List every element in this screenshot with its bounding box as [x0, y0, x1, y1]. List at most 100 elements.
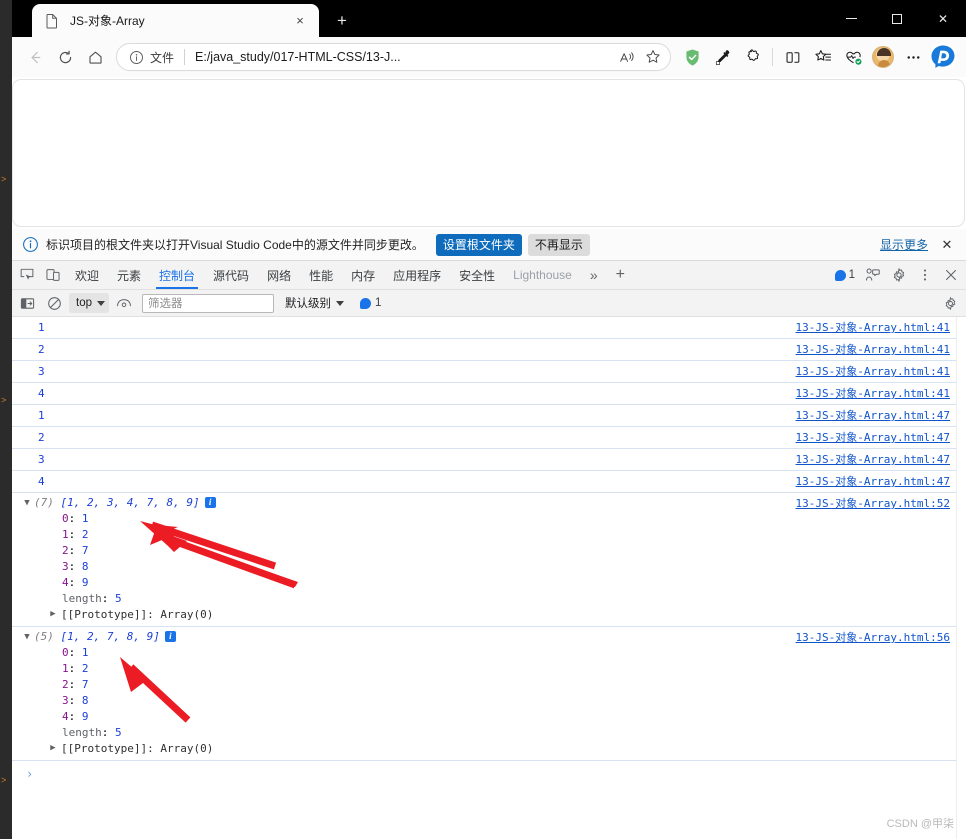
- live-expression-icon[interactable]: [111, 293, 136, 314]
- tab-sources[interactable]: 源代码: [204, 261, 258, 289]
- array-prototype[interactable]: ▶ [[Prototype]]: Array(0): [12, 607, 966, 623]
- more-tabs-icon[interactable]: »: [581, 261, 607, 289]
- browser-window: > > > JS-对象-Array × + ✕ 文件 E:/java_study…: [0, 0, 966, 839]
- console-message-array[interactable]: ▼ (7) [1, 2, 3, 4, 7, 8, 9] i 13-JS-对象-Arr…: [12, 493, 966, 627]
- console-prompt[interactable]: ›: [12, 761, 966, 781]
- array-count: (5): [34, 630, 54, 643]
- source-link[interactable]: 13-JS-对象-Array.html:41: [796, 364, 958, 379]
- back-icon[interactable]: [20, 42, 50, 72]
- array-property: 1: 2: [62, 528, 89, 541]
- console-message[interactable]: 2 13-JS-对象-Array.html:47: [12, 427, 966, 449]
- tab-welcome[interactable]: 欢迎: [66, 261, 108, 289]
- info-circle-icon[interactable]: [127, 48, 145, 66]
- disclosure-triangle-open-icon[interactable]: ▼: [22, 496, 32, 511]
- console-message-array[interactable]: ▼ (5) [1, 2, 7, 8, 9] i 13-JS-对象-Array.htm…: [12, 627, 966, 761]
- close-icon[interactable]: ✕: [936, 234, 958, 256]
- minimize-icon[interactable]: [828, 0, 874, 37]
- source-link[interactable]: 13-JS-对象-Array.html:41: [796, 386, 958, 401]
- tab-network[interactable]: 网络: [258, 261, 300, 289]
- tabbar-spacer: [634, 261, 830, 289]
- tab-label: 性能: [309, 268, 334, 283]
- source-link[interactable]: 13-JS-对象-Array.html:52: [796, 496, 958, 511]
- console-message[interactable]: 3 13-JS-对象-Array.html:47: [12, 449, 966, 471]
- reload-icon[interactable]: [50, 42, 80, 72]
- settings-gear-icon[interactable]: [886, 267, 912, 283]
- filter-input[interactable]: 筛选器: [142, 293, 274, 313]
- address-bar[interactable]: 文件 E:/java_study/017-HTML-CSS/13-J...: [116, 43, 671, 71]
- kebab-menu-icon[interactable]: [912, 267, 938, 283]
- maximize-icon[interactable]: [874, 0, 920, 37]
- log-level-selector[interactable]: 默认级别: [285, 295, 344, 311]
- info-badge-icon[interactable]: i: [204, 497, 216, 508]
- source-link[interactable]: 13-JS-对象-Array.html:56: [796, 630, 958, 645]
- avatar[interactable]: [868, 42, 898, 72]
- add-tab-button[interactable]: +: [607, 261, 634, 289]
- array-property: 1: 2: [62, 662, 89, 675]
- array-property: 4: 9: [62, 710, 89, 723]
- issues-badge[interactable]: 1: [830, 269, 860, 281]
- extensions-icon[interactable]: [737, 42, 767, 72]
- prompt-caret-icon: ›: [26, 767, 34, 781]
- inspect-element-icon[interactable]: [14, 261, 40, 289]
- more-icon[interactable]: [898, 42, 928, 72]
- tab-elements[interactable]: 元素: [108, 261, 150, 289]
- read-aloud-icon[interactable]: [614, 45, 640, 69]
- console-message[interactable]: 3 13-JS-对象-Array.html:41: [12, 361, 966, 383]
- set-root-folder-button[interactable]: 设置根文件夹: [435, 233, 522, 256]
- source-link[interactable]: 13-JS-对象-Array.html:41: [796, 342, 958, 357]
- tab-memory[interactable]: 内存: [342, 261, 384, 289]
- browser-essentials-icon[interactable]: [838, 42, 868, 72]
- close-window-icon[interactable]: ✕: [920, 0, 966, 37]
- source-link[interactable]: 13-JS-对象-Array.html:47: [796, 474, 958, 489]
- close-devtools-icon[interactable]: [938, 267, 964, 283]
- console-message[interactable]: 4 13-JS-对象-Array.html:47: [12, 471, 966, 493]
- console-message-badge[interactable]: 1: [360, 297, 381, 309]
- device-toolbar-icon[interactable]: [40, 261, 66, 289]
- favorite-star-icon[interactable]: [640, 45, 666, 69]
- disclosure-triangle-closed-icon[interactable]: ▶: [48, 607, 58, 622]
- tab-lighthouse[interactable]: Lighthouse: [504, 261, 581, 289]
- disclosure-triangle-open-icon[interactable]: ▼: [22, 630, 32, 645]
- property-value: 8: [81, 560, 89, 573]
- tab-security[interactable]: 安全性: [450, 261, 504, 289]
- console-message[interactable]: 1 13-JS-对象-Array.html:47: [12, 405, 966, 427]
- tab-application[interactable]: 应用程序: [384, 261, 450, 289]
- tab-label: 源代码: [213, 268, 250, 283]
- console-scrollbar[interactable]: [956, 317, 966, 839]
- source-link[interactable]: 13-JS-对象-Array.html:41: [796, 320, 958, 335]
- tab-label: 控制台: [159, 268, 196, 283]
- console-sidebar-icon[interactable]: [15, 293, 40, 314]
- length-key: length: [62, 592, 102, 605]
- array-prototype[interactable]: ▶ [[Prototype]]: Array(0): [12, 741, 966, 757]
- tab-label: 内存: [351, 268, 376, 283]
- url-text[interactable]: E:/java_study/017-HTML-CSS/13-J...: [195, 50, 614, 64]
- feedback-icon[interactable]: [860, 267, 886, 283]
- new-tab-button[interactable]: +: [330, 9, 354, 33]
- page-viewport: [12, 77, 966, 229]
- console-message[interactable]: 4 13-JS-对象-Array.html:41: [12, 383, 966, 405]
- tab-performance[interactable]: 性能: [300, 261, 342, 289]
- browser-tab[interactable]: JS-对象-Array ×: [32, 4, 319, 37]
- execution-context-selector[interactable]: top: [69, 293, 109, 313]
- collections-icon[interactable]: [808, 42, 838, 72]
- show-more-link[interactable]: 显示更多: [880, 236, 928, 253]
- console-message[interactable]: 1 13-JS-对象-Array.html:41: [12, 317, 966, 339]
- copilot-icon[interactable]: [928, 42, 958, 72]
- message-value: 3: [38, 365, 45, 378]
- source-link[interactable]: 13-JS-对象-Array.html:47: [796, 452, 958, 467]
- tab-console[interactable]: 控制台: [150, 261, 204, 289]
- source-link[interactable]: 13-JS-对象-Array.html:47: [796, 430, 958, 445]
- console-output[interactable]: 1 13-JS-对象-Array.html:41 2 13-JS-对象-Arra…: [12, 317, 966, 839]
- console-message[interactable]: 2 13-JS-对象-Array.html:41: [12, 339, 966, 361]
- close-icon[interactable]: ×: [289, 10, 311, 32]
- disclosure-triangle-closed-icon[interactable]: ▶: [48, 741, 58, 756]
- eyedropper-icon[interactable]: [707, 42, 737, 72]
- home-icon[interactable]: [80, 42, 110, 72]
- split-screen-icon[interactable]: [778, 42, 808, 72]
- adguard-shield-icon[interactable]: [677, 42, 707, 72]
- dont-show-again-button[interactable]: 不再显示: [527, 233, 590, 256]
- source-link[interactable]: 13-JS-对象-Array.html:47: [796, 408, 958, 423]
- info-badge-icon[interactable]: i: [164, 631, 176, 642]
- console-settings-icon[interactable]: [937, 293, 963, 314]
- clear-console-icon[interactable]: [42, 293, 67, 314]
